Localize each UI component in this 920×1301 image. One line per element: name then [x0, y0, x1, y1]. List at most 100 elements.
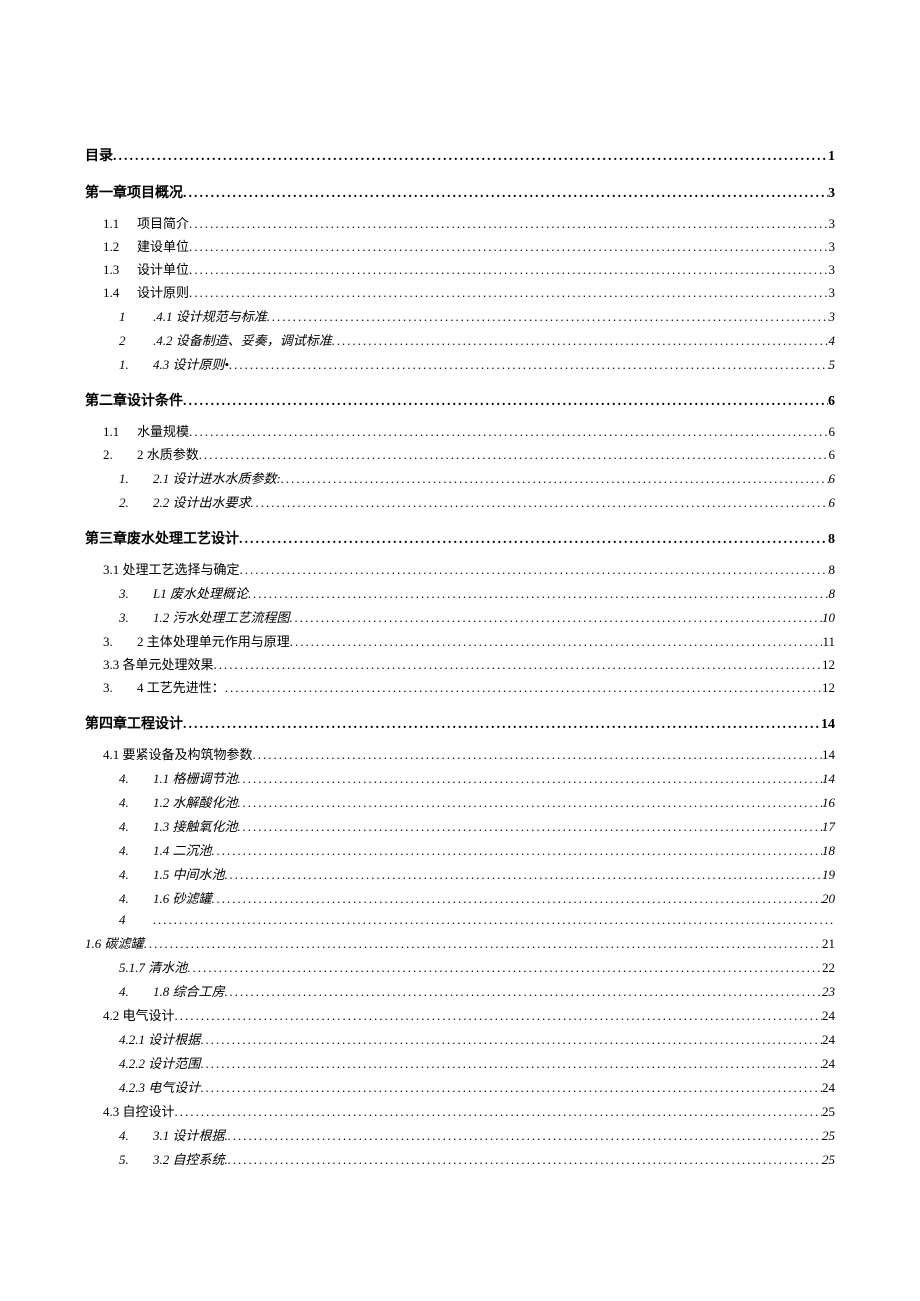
toc-page-num: 1	[828, 149, 835, 165]
toc-l2-3-1: 3.1 处理工艺选择与确定 8	[85, 559, 835, 578]
toc-page-num: 24	[822, 1056, 835, 1072]
toc-page-num: 17	[822, 819, 835, 835]
toc-l2-1-4: 1.4 设计原则 3	[85, 282, 835, 301]
toc-num: 5.	[119, 1152, 153, 1168]
toc-num: 1.1	[103, 424, 137, 440]
toc-label: 第四章工程设计	[85, 713, 183, 733]
toc-leader	[290, 610, 822, 626]
toc-label: 第二章设计条件	[85, 390, 183, 410]
toc-label: 4.2.3 电气设计	[119, 1077, 200, 1096]
toc-l3-1-4-1: 1 .4.1 设计规范与标准 3	[85, 306, 835, 325]
toc-l3-orphan-4: 4	[85, 912, 835, 928]
toc-l3-2-2-1: 1. 2.1 设计进水水质参数: 6	[85, 468, 835, 487]
toc-l2-1-1: 1.1 项目简介 3	[85, 213, 835, 232]
toc-leader	[290, 634, 823, 650]
toc-page-num: 6	[829, 447, 836, 463]
toc-l2-4-2: 4.2 电气设计 24	[85, 1005, 835, 1024]
toc-label: 1.1 格栅调节池	[153, 768, 238, 787]
toc-leader	[144, 936, 822, 952]
toc-leader	[175, 1104, 822, 1120]
toc-label: 项目简介	[137, 213, 189, 232]
toc-leader	[251, 495, 829, 511]
toc-num: 1.	[119, 471, 153, 487]
toc-page-num: 24	[822, 1080, 835, 1096]
toc-num: 4.	[119, 819, 153, 835]
toc-label: L1 废水处理概论	[153, 583, 248, 602]
toc-label: .4.2 设备制造、妥奏，调试标准	[153, 330, 332, 349]
toc-page-num: 6	[829, 424, 836, 440]
toc-page-num: 3	[828, 186, 835, 202]
toc-leader	[189, 239, 828, 255]
toc-page-num: 14	[822, 771, 835, 787]
toc-leader	[200, 1080, 822, 1096]
toc-num: 4.	[119, 984, 153, 1000]
toc-l2-3-4: 3. 4 工艺先进性： 12	[85, 677, 835, 696]
toc-l3-4-1-6b: 1.6 碳滤罐 21	[85, 933, 835, 952]
toc-num: 4.	[119, 771, 153, 787]
toc-page-num: 3	[829, 262, 836, 278]
toc-label: 3.1 处理工艺选择与确定	[103, 559, 240, 578]
toc-label: 2.2 设计出水要求	[153, 492, 251, 511]
toc-page-num: 19	[822, 867, 835, 883]
toc-label: 1.6 碳滤罐	[85, 933, 144, 952]
toc-label: 4.2.1 设计根据	[119, 1029, 200, 1048]
toc-label: 2 水质参数	[137, 444, 199, 463]
toc-label: 1.6 砂滤罐	[153, 888, 212, 907]
toc-l3-4-2-1: 4.2.1 设计根据 24	[85, 1029, 835, 1048]
toc-l3-4-2-3: 4.2.3 电气设计 24	[85, 1077, 835, 1096]
toc-l2-2-2: 2. 2 水质参数 6	[85, 444, 835, 463]
toc-leader	[228, 1128, 822, 1144]
toc-leader	[113, 149, 828, 165]
toc-page-num: 8	[829, 562, 836, 578]
toc-label: .4.1 设计规范与标准	[153, 306, 267, 325]
toc-label: 1.3 接触氧化池	[153, 816, 238, 835]
toc-page-num: 14	[821, 717, 835, 733]
toc-page: 目录 1 第一章项目概况 3 1.1 项目简介 3 1.2 建设单位 3 1.3…	[0, 0, 920, 1233]
toc-num: 3.	[103, 680, 137, 696]
toc-l2-4-3: 4.3 自控设计 25	[85, 1101, 835, 1120]
toc-l2-1-2: 1.2 建设单位 3	[85, 236, 835, 255]
toc-label: 4.3 设计原则•	[153, 354, 229, 373]
toc-l3-4-1-1: 4. 1.1 格栅调节池 14	[85, 768, 835, 787]
toc-leader	[183, 186, 828, 202]
toc-leader	[238, 795, 822, 811]
toc-label: 目录	[85, 145, 113, 165]
toc-label: 1.8 综合工房	[153, 981, 225, 1000]
toc-num: 1.	[119, 357, 153, 373]
toc-l1-contents: 目录 1	[85, 145, 835, 165]
toc-num: 1.1	[103, 216, 137, 232]
toc-l3-4-1-6: 4. 1.6 砂滤罐 20	[85, 888, 835, 907]
toc-l2-3-2: 3. 2 主体处理单元作用与原理 11	[85, 631, 835, 650]
toc-l3-2-2-2: 2. 2.2 设计出水要求 6	[85, 492, 835, 511]
toc-page-num: 3	[829, 239, 836, 255]
toc-label: 4 工艺先进性：	[137, 677, 225, 696]
toc-page-num: 6	[829, 495, 836, 511]
toc-page-num: 12	[822, 657, 835, 673]
toc-label: 1.4 二沉池	[153, 840, 212, 859]
toc-num: 1.2	[103, 239, 137, 255]
toc-label: 2.1 设计进水水质参数:	[153, 468, 281, 487]
toc-l3-4-1-5: 4. 1.5 中间水池 19	[85, 864, 835, 883]
toc-page-num: 14	[822, 747, 835, 763]
toc-num: 1	[119, 309, 153, 325]
toc-leader	[332, 333, 829, 349]
toc-label: 第一章项目概况	[85, 182, 183, 202]
toc-leader	[281, 471, 829, 487]
toc-l3-4-1-2: 4. 1.2 水解酸化池 16	[85, 792, 835, 811]
toc-label: 3.1 设计根据.	[153, 1125, 228, 1144]
toc-num: 4.	[119, 891, 153, 907]
toc-l3-4-2-2: 4.2.2 设计范围 24	[85, 1053, 835, 1072]
toc-label: 2 主体处理单元作用与原理	[137, 631, 290, 650]
toc-leader	[189, 216, 828, 232]
toc-leader	[267, 309, 829, 325]
toc-l1-ch3: 第三章废水处理工艺设计 8	[85, 528, 835, 548]
toc-num: 3.	[119, 586, 153, 602]
toc-leader	[239, 532, 828, 548]
toc-l2-4-1: 4.1 要紧设备及构筑物参数 14	[85, 744, 835, 763]
toc-page-num: 12	[822, 680, 835, 696]
toc-label: 5.1.7 清水池	[119, 957, 187, 976]
toc-l3-4-1-4: 4. 1.4 二沉池 18	[85, 840, 835, 859]
toc-leader	[214, 657, 822, 673]
toc-page-num: 10	[822, 610, 835, 626]
toc-label: 1.5 中间水池	[153, 864, 225, 883]
